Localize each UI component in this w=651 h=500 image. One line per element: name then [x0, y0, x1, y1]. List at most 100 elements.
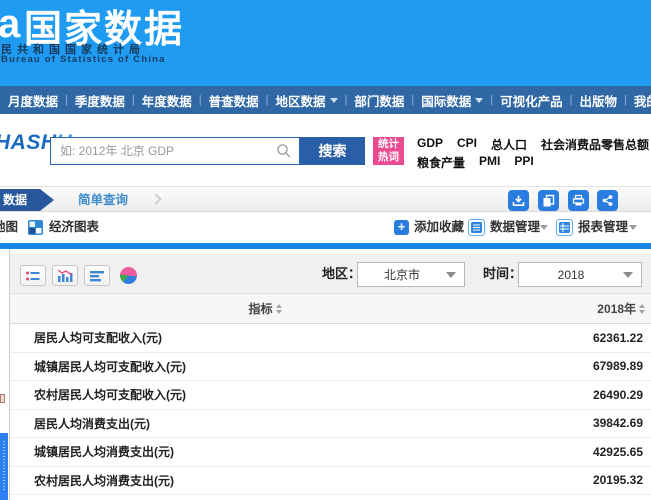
left-panel-fragment — [0, 394, 5, 403]
search-band: HASHU 搜索 统计热词 GDP CPI 总人口 社会消费品零售总额 粮食产量… — [0, 114, 651, 186]
add-favorite-button[interactable]: 添加收藏 — [414, 212, 464, 243]
hot-word-retail[interactable]: 社会消费品零售总额 — [541, 136, 649, 153]
hot-word-gdp[interactable]: GDP — [417, 136, 443, 153]
search-button[interactable]: 搜索 — [300, 137, 365, 165]
share-icon — [601, 194, 614, 207]
content-toolbar: 地区： 北京市 时间： 2018 — [10, 254, 651, 294]
views-row: 地图 经济图表 + 添加收藏 数据管理 — [0, 212, 651, 243]
nav-separator: | — [411, 94, 414, 106]
left-panel-scrollbar[interactable] — [0, 433, 8, 500]
region-select-value: 北京市 — [358, 266, 446, 283]
value-cell: 67989.89 — [593, 353, 643, 381]
tab-hot-map[interactable]: 地图 — [0, 212, 18, 243]
chevron-down-icon[interactable] — [540, 225, 548, 230]
region-select[interactable]: 北京市 — [357, 262, 465, 287]
chevron-down-icon — [623, 272, 633, 278]
data-manage-button[interactable]: 数据管理 — [490, 212, 540, 243]
chevron-down-icon — [475, 98, 483, 103]
list-view-icon — [25, 270, 41, 282]
chevron-down-icon — [446, 272, 456, 278]
nav-separator: | — [345, 94, 348, 106]
hot-word-pmi[interactable]: PMI — [479, 154, 500, 171]
indicator-cell: 城镇居民人均消费支出(元) — [34, 438, 174, 466]
pie-chart-icon — [120, 267, 137, 284]
value-cell: 26490.29 — [593, 381, 643, 409]
hot-words-row-1: GDP CPI 总人口 社会消费品零售总额 — [417, 136, 649, 153]
sort-icon — [276, 304, 282, 314]
nav-item-favorites[interactable]: 我的收藏 — [634, 91, 651, 110]
search-input[interactable] — [50, 137, 300, 165]
report-manage-button[interactable]: 报表管理 — [578, 212, 628, 243]
section-divider-bar — [0, 243, 651, 249]
hot-word-population[interactable]: 总人口 — [491, 136, 527, 153]
nav-separator: | — [490, 94, 493, 106]
site-header: a 国家数据 民共和国国家统计局 Bureau of Statistics of… — [0, 0, 651, 86]
table-row: 农村居民人均可支配收入(元) 26490.29 — [10, 381, 651, 410]
hot-word-grain[interactable]: 粮食产量 — [417, 154, 465, 171]
value-cell: 39842.69 — [593, 410, 643, 438]
scrollbar-grip — [3, 441, 5, 491]
nav-item-publications[interactable]: 出版物 — [580, 91, 618, 110]
chevron-down-icon[interactable] — [629, 225, 637, 230]
nav-item-international[interactable]: 国际数据 — [421, 91, 483, 110]
bar-chart-view-button[interactable] — [52, 265, 78, 286]
nav-item-monthly[interactable]: 月度数据 — [8, 91, 58, 110]
copy-button[interactable] — [538, 190, 559, 211]
time-select-value: 2018 — [519, 268, 623, 282]
add-favorite-icon[interactable]: + — [394, 220, 409, 235]
tab-simple-query[interactable]: 简单查询 — [78, 187, 128, 213]
time-select[interactable]: 2018 — [518, 262, 642, 287]
nav-item-annual[interactable]: 年度数据 — [142, 91, 192, 110]
nav-item-department[interactable]: 部门数据 — [354, 91, 404, 110]
economy-chart-icon[interactable] — [28, 220, 43, 235]
indicator-cell: 居民人均消费支出(元) — [34, 410, 150, 438]
value-cell: 20195.32 — [593, 467, 643, 495]
h-bar-view-button[interactable] — [84, 265, 110, 286]
download-icon — [512, 194, 525, 207]
nav-separator: | — [266, 94, 269, 106]
copy-icon — [542, 194, 555, 207]
indicator-cell: 城镇居民人均可支配收入(元) — [34, 353, 186, 381]
list-icon — [471, 222, 482, 233]
nav-item-visualization[interactable]: 可视化产品 — [500, 91, 563, 110]
value-cell: 62361.22 — [593, 324, 643, 352]
hot-words-badge: 统计热词 — [373, 137, 404, 165]
pie-chart-view-button[interactable] — [118, 265, 139, 286]
nav-separator: | — [132, 94, 135, 106]
hot-word-cpi[interactable]: CPI — [457, 136, 477, 153]
indicator-cell: 居民人均可支配收入(元) — [34, 324, 162, 352]
region-filter-label: 地区： — [322, 254, 361, 294]
hot-words-row-2: 粮食产量 PMI PPI — [417, 154, 534, 171]
indicator-cell: 农村居民人均可支配收入(元) — [34, 381, 186, 409]
tab-economy-chart[interactable]: 经济图表 — [49, 212, 99, 243]
tab-row: 数据 简单查询 — [0, 186, 651, 212]
table-row: 农村居民人均消费支出(元) 20195.32 — [10, 467, 651, 496]
h-bar-chart-icon — [90, 270, 105, 282]
print-button[interactable] — [568, 190, 589, 211]
tab-data[interactable]: 数据 — [0, 189, 54, 211]
download-button[interactable] — [508, 190, 529, 211]
list-view-button[interactable] — [20, 265, 46, 286]
national-data-page: a 国家数据 民共和国国家统计局 Bureau of Statistics of… — [0, 0, 651, 500]
share-button[interactable] — [597, 190, 618, 211]
main-nav: 月度数据 | 季度数据 | 年度数据 | 普查数据 | 地区数据 | 部门数据 … — [0, 86, 651, 114]
table-grid-icon — [559, 222, 570, 233]
print-icon — [572, 194, 585, 207]
indicator-column-header[interactable]: 指标 — [180, 294, 350, 323]
data-manage-icon[interactable] — [468, 219, 485, 236]
hot-word-ppi[interactable]: PPI — [514, 154, 533, 171]
nav-item-census[interactable]: 普查数据 — [209, 91, 259, 110]
table-row: 居民人均消费支出(元) 39842.69 — [10, 410, 651, 439]
nav-separator: | — [65, 94, 68, 106]
nav-item-quarterly[interactable]: 季度数据 — [75, 91, 125, 110]
nav-item-regional[interactable]: 地区数据 — [276, 91, 338, 110]
report-manage-icon[interactable] — [556, 219, 573, 236]
bureau-name-en: Bureau of Statistics of China — [1, 54, 166, 65]
chevron-down-icon — [330, 98, 338, 103]
table-row: 城镇居民人均消费支出(元) 42925.65 — [10, 438, 651, 467]
nav-separator: | — [624, 94, 627, 106]
nav-separator: | — [199, 94, 202, 106]
table-row: 居民人均可支配收入(元) 62361.22 — [10, 324, 651, 353]
table-row: 城镇居民人均可支配收入(元) 67989.89 — [10, 353, 651, 382]
value-column-header[interactable]: 2018年 — [597, 294, 645, 323]
